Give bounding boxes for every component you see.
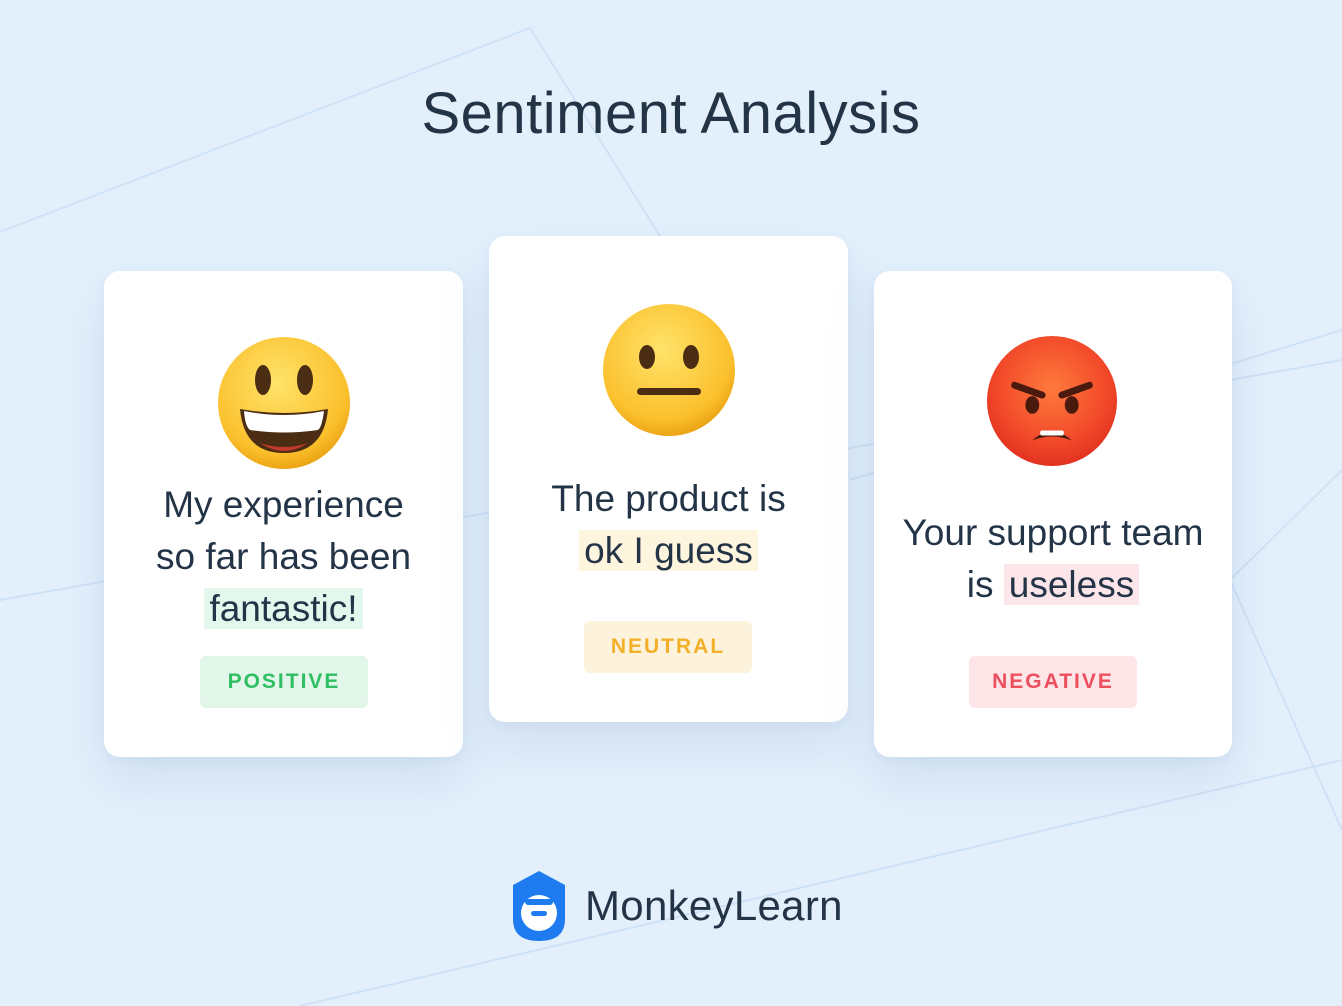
neutral-face-icon <box>603 304 735 436</box>
sentiment-label-badge: POSITIVE <box>200 656 368 708</box>
feedback-text: Your support team is useless <box>874 507 1232 611</box>
brand-name: MonkeyLearn <box>585 882 843 929</box>
monkeylearn-logo-icon <box>513 871 565 941</box>
brand-footer: MonkeyLearn <box>509 869 843 943</box>
sentiment-label-badge: NEUTRAL <box>584 621 752 673</box>
feedback-text: My experience so far has been fantastic! <box>104 479 463 635</box>
sentiment-highlight: ok I guess <box>579 530 758 571</box>
feedback-line: My experience <box>163 484 404 525</box>
feedback-line: The product is <box>551 478 786 519</box>
sentiment-card-neutral: The product is ok I guess NEUTRAL <box>489 236 848 722</box>
feedback-line: so far has been <box>155 536 412 577</box>
sentiment-label-badge: NEGATIVE <box>969 656 1137 708</box>
angry-face-icon <box>986 335 1118 467</box>
grinning-face-icon <box>218 337 350 469</box>
feedback-text: The product is ok I guess <box>489 473 848 577</box>
sentiment-highlight: fantastic! <box>204 588 363 629</box>
sentiment-card-negative: Your support team is useless NEGATIVE <box>874 271 1232 757</box>
sentiment-card-positive: My experience so far has been fantastic!… <box>104 271 463 757</box>
feedback-line: is <box>966 564 994 605</box>
sentiment-highlight: useless <box>1003 564 1140 605</box>
page-title: Sentiment Analysis <box>421 81 921 146</box>
feedback-line: Your support team <box>902 512 1204 553</box>
